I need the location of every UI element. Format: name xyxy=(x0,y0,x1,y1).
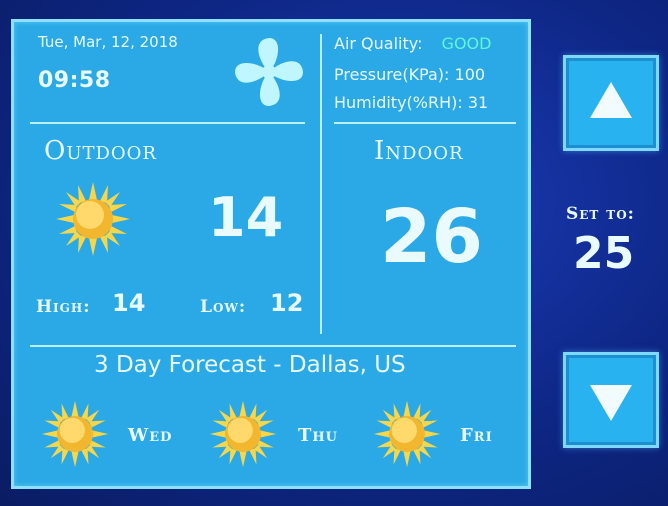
sun-icon xyxy=(373,400,441,468)
air-quality: Air Quality: GOOD xyxy=(334,34,491,53)
decrease-setpoint-button[interactable] xyxy=(563,352,659,448)
arrow-up-icon xyxy=(590,82,632,118)
forecast-divider xyxy=(30,345,516,347)
air-quality-value: GOOD xyxy=(441,34,492,53)
time-text: 09:58 xyxy=(38,68,111,93)
arrow-down-icon xyxy=(590,385,632,421)
header-divider xyxy=(30,122,305,124)
outdoor-title: Outdoor xyxy=(44,136,157,166)
forecast-day-fri: Fri xyxy=(460,425,493,446)
date-text: Tue, Mar, 12, 2018 xyxy=(38,33,178,51)
setpoint-value: 25 xyxy=(573,228,635,279)
pressure-text: Pressure(KPa): 100 xyxy=(334,65,486,84)
setpoint-label: Set to: xyxy=(566,204,635,224)
air-quality-label: Air Quality: xyxy=(334,34,423,53)
sun-icon xyxy=(209,400,277,468)
low-value: 12 xyxy=(270,289,304,317)
column-divider xyxy=(320,34,322,334)
indoor-temp: 26 xyxy=(380,194,483,280)
sun-icon xyxy=(41,400,109,468)
sun-icon xyxy=(56,182,130,256)
humidity-text: Humidity(%RH): 31 xyxy=(334,93,489,112)
forecast-day-wed: Wed xyxy=(128,425,173,446)
increase-setpoint-button[interactable] xyxy=(563,55,659,151)
fan-icon[interactable] xyxy=(229,32,309,112)
thermostat-screen: Tue, Mar, 12, 2018 09:58 Air Quality: GO… xyxy=(11,19,531,489)
outdoor-temp: 14 xyxy=(208,186,284,249)
forecast-day-thu: Thu xyxy=(298,425,339,446)
info-divider xyxy=(334,122,516,124)
indoor-title: Indoor xyxy=(374,136,464,166)
low-label: Low: xyxy=(200,297,247,317)
forecast-title: 3 Day Forecast - Dallas, US xyxy=(94,352,406,378)
high-value: 14 xyxy=(112,289,146,317)
high-label: High: xyxy=(36,297,91,317)
